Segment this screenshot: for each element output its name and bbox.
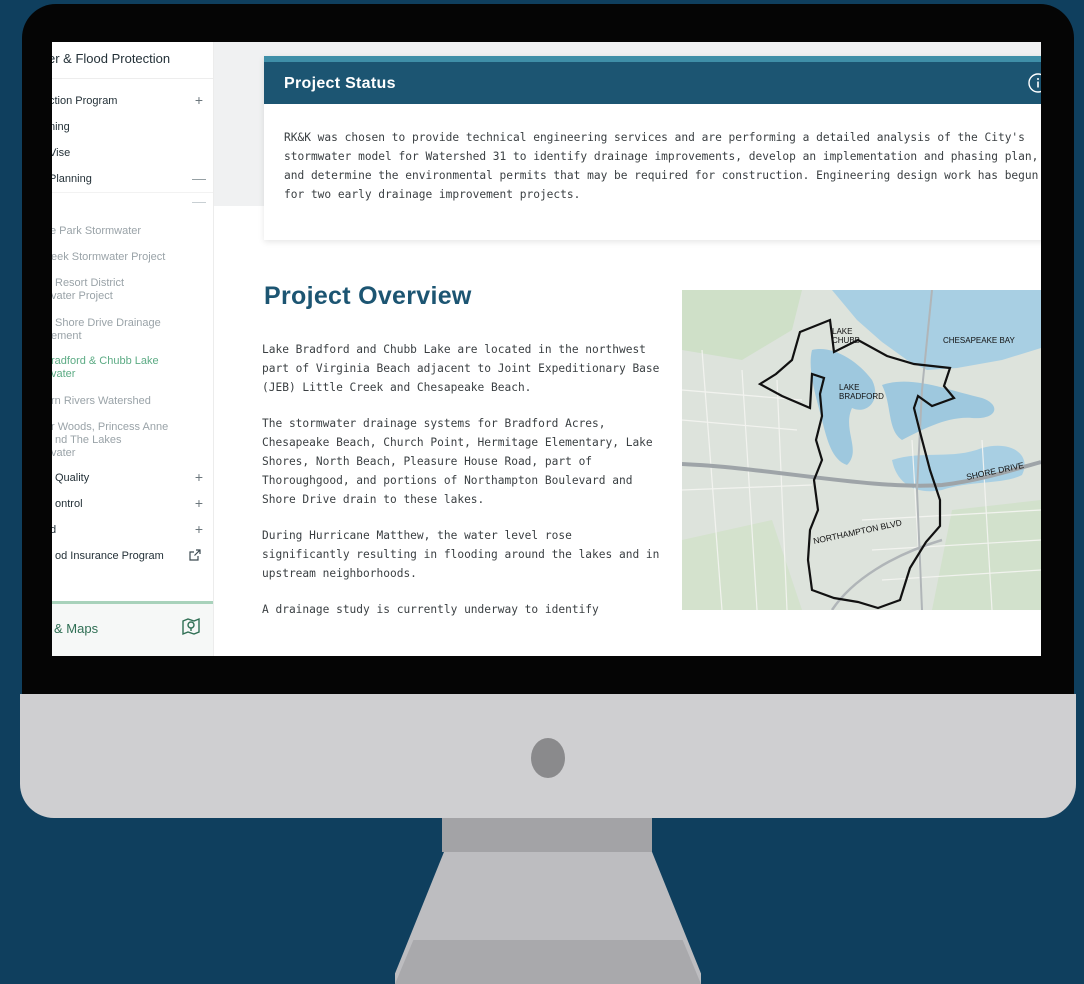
apple-logo-dot bbox=[531, 738, 565, 778]
overview-title: Project Overview bbox=[264, 282, 472, 310]
plus-icon[interactable]: + bbox=[192, 521, 206, 537]
info-icon[interactable] bbox=[1027, 72, 1041, 94]
status-header: Project Status bbox=[264, 62, 1041, 104]
sidebar-item-planning[interactable]: ning bbox=[52, 121, 210, 134]
sidebar-item-park-stormwater[interactable]: e Park Stormwater bbox=[52, 225, 211, 238]
sidebar-item-bradford-chubb-lake[interactable]: radford & Chubb Lake bbox=[52, 355, 212, 368]
sidebar-title: er & Flood Protection bbox=[52, 51, 171, 66]
status-title: Project Status bbox=[284, 75, 396, 92]
main-content: Project Status RK&K was chosen to provid… bbox=[214, 42, 1041, 656]
project-status-card: Project Status RK&K was chosen to provid… bbox=[264, 56, 1041, 240]
sidebar-item-woods-princess-anne[interactable]: r Woods, Princess Anne bbox=[52, 421, 212, 434]
sidebar-item-wise[interactable]: Vise bbox=[52, 147, 210, 160]
sidebar-item-protection-program[interactable]: ction Program bbox=[52, 95, 210, 108]
sidebar-item-resort-district[interactable]: Resort District bbox=[55, 277, 213, 290]
minus-icon[interactable]: — bbox=[192, 193, 206, 209]
overview-paragraph: During Hurricane Matthew, the water leve… bbox=[262, 529, 660, 580]
sidebar-nav: er & Flood Protection ction Program + ni… bbox=[52, 42, 214, 656]
map-label-lake-chubb: LAKE bbox=[832, 327, 852, 336]
external-link-icon[interactable] bbox=[189, 549, 201, 564]
sidebar-item-creek-stormwater-project[interactable]: eek Stormwater Project bbox=[52, 251, 212, 264]
watershed-map[interactable]: LAKE CHUBB LAKE BRADFORD CHESAPEAKE BAY … bbox=[682, 290, 1041, 610]
sidebar-item-water-quality[interactable]: Quality bbox=[55, 472, 213, 485]
sidebar-item-shore-drive-drainage[interactable]: Shore Drive Drainage bbox=[55, 317, 213, 330]
minus-icon[interactable]: — bbox=[192, 170, 206, 186]
plus-icon[interactable]: + bbox=[192, 495, 206, 511]
screen: er & Flood Protection ction Program + ni… bbox=[52, 42, 1041, 656]
map-label-chesapeake-bay: CHESAPEAKE BAY bbox=[943, 336, 1016, 345]
sidebar-item-bradford-chubb-line2: vater bbox=[52, 368, 76, 380]
overview-paragraph: Lake Bradford and Chubb Lake are located… bbox=[262, 343, 660, 394]
sidebar-item-woods-line2: nd The Lakes bbox=[55, 434, 122, 446]
divider bbox=[52, 78, 213, 79]
map-label-lake-bradford: LAKE bbox=[839, 383, 859, 392]
maps-label: & Maps bbox=[54, 621, 99, 636]
overview-paragraph: A drainage study is currently underway t… bbox=[262, 603, 599, 616]
sidebar-item-resort-district-line2: vater Project bbox=[52, 290, 113, 302]
sidebar-item-d[interactable]: d bbox=[52, 524, 211, 537]
sidebar-item-shore-drive-line2: ement bbox=[52, 330, 82, 342]
overview-paragraph: The stormwater drainage systems for Brad… bbox=[262, 417, 653, 506]
sidebar-item-southern-rivers-watershed[interactable]: rn Rivers Watershed bbox=[52, 395, 212, 408]
plus-icon[interactable]: + bbox=[192, 469, 206, 485]
sidebar-maps-link[interactable]: & Maps bbox=[52, 604, 213, 656]
sidebar-item-woods-line3: vater bbox=[52, 447, 76, 459]
imac-mockup: er & Flood Protection ction Program + ni… bbox=[0, 0, 1084, 984]
map-pin-icon[interactable] bbox=[181, 616, 201, 636]
overview-body: Lake Bradford and Chubb Lake are located… bbox=[262, 340, 662, 636]
status-body: RK&K was chosen to provide technical eng… bbox=[284, 131, 1039, 201]
stand-neck bbox=[442, 818, 652, 852]
map-label-lake-chubb: CHUBB bbox=[832, 336, 860, 345]
sidebar-item-flood-control[interactable]: ontrol bbox=[55, 498, 213, 511]
stand-base-shadow bbox=[395, 940, 701, 984]
map-label-lake-bradford: BRADFORD bbox=[839, 392, 884, 401]
plus-icon[interactable]: + bbox=[192, 92, 206, 108]
divider bbox=[52, 192, 213, 193]
sidebar-item-watershed-planning[interactable]: Planning bbox=[52, 173, 210, 186]
